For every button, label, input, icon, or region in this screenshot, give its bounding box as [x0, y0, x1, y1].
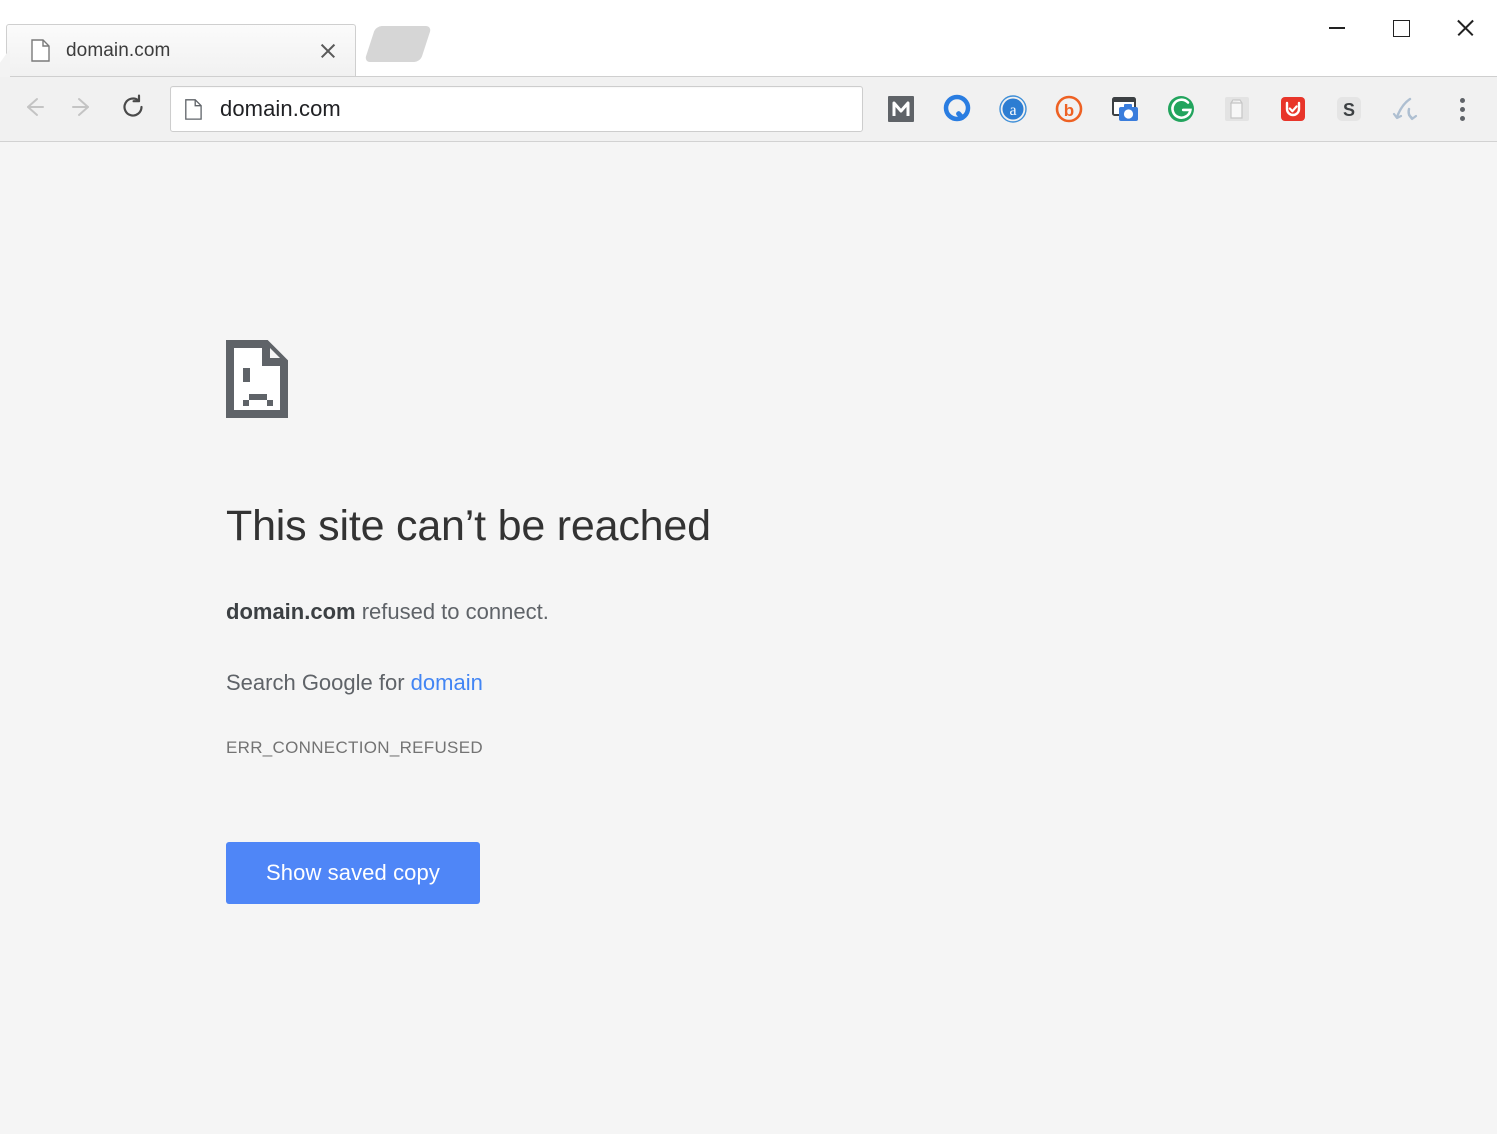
extension-toolbar: a b S — [873, 81, 1487, 137]
tab-list: domain.com — [0, 0, 432, 76]
skype-s-icon[interactable]: S — [1321, 81, 1377, 137]
browser-window: domain.com domain.com a b S This site ca… — [0, 0, 1497, 1134]
show-saved-copy-button[interactable]: Show saved copy — [226, 842, 480, 905]
arrow-right-icon — [69, 93, 97, 126]
arrow-left-icon — [19, 93, 47, 126]
window-controls — [1305, 0, 1497, 56]
error-page: This site can’t be reached domain.com re… — [226, 340, 1126, 905]
forward-button[interactable] — [58, 84, 108, 134]
reload-icon — [119, 93, 147, 126]
menu-dot — [1459, 115, 1465, 121]
new-tab-button[interactable] — [364, 26, 432, 62]
error-summary-rest: refused to connect. — [355, 599, 549, 625]
mailtrack-m-icon[interactable] — [873, 81, 929, 137]
page-info-icon[interactable] — [185, 98, 202, 120]
quetext-q-icon[interactable] — [929, 81, 985, 137]
address-bar-text: domain.com — [220, 96, 341, 121]
sad-page-icon — [226, 340, 288, 418]
error-summary: domain.com refused to connect. — [226, 597, 1126, 628]
chrome-menu-button[interactable] — [1437, 81, 1487, 137]
note-paper-icon[interactable] — [1209, 81, 1265, 137]
maximize-button[interactable] — [1369, 0, 1433, 56]
close-window-button[interactable] — [1433, 0, 1497, 56]
page-title: This site can’t be reached — [226, 502, 711, 550]
svg-text:a: a — [1009, 102, 1016, 119]
search-suggestion: Search Google for domain — [226, 670, 1126, 696]
page-icon — [31, 39, 50, 62]
browser-toolbar: domain.com a b S — [0, 76, 1497, 142]
error-domain: domain.com — [226, 599, 356, 625]
address-bar[interactable]: domain.com — [170, 86, 863, 132]
search-term-link[interactable]: domain — [411, 670, 483, 695]
amazon-assistant-a-icon[interactable]: a — [985, 81, 1041, 137]
hook-anchor-icon[interactable] — [1377, 81, 1433, 137]
search-prefix: Search Google for — [226, 670, 411, 696]
error-code: ERR_CONNECTION_REFUSED — [226, 738, 483, 758]
menu-dot — [1459, 97, 1465, 103]
svg-text:b: b — [1064, 101, 1074, 120]
back-button[interactable] — [8, 84, 58, 134]
minimize-button[interactable] — [1305, 0, 1369, 56]
bitly-b-icon[interactable]: b — [1041, 81, 1097, 137]
grammarly-g-icon[interactable] — [1153, 81, 1209, 137]
screenshot-camera-icon[interactable] — [1097, 81, 1153, 137]
menu-dot — [1459, 106, 1465, 112]
tab-title: domain.com — [66, 39, 171, 61]
tab-strip: domain.com — [0, 0, 1497, 76]
pocket-check-icon[interactable] — [1265, 81, 1321, 137]
page-content: This site can’t be reached domain.com re… — [0, 142, 1497, 1134]
reload-button[interactable] — [108, 84, 158, 134]
close-icon[interactable] — [315, 38, 341, 64]
svg-text:S: S — [1343, 100, 1355, 120]
tab-domain-com[interactable]: domain.com — [6, 24, 356, 76]
